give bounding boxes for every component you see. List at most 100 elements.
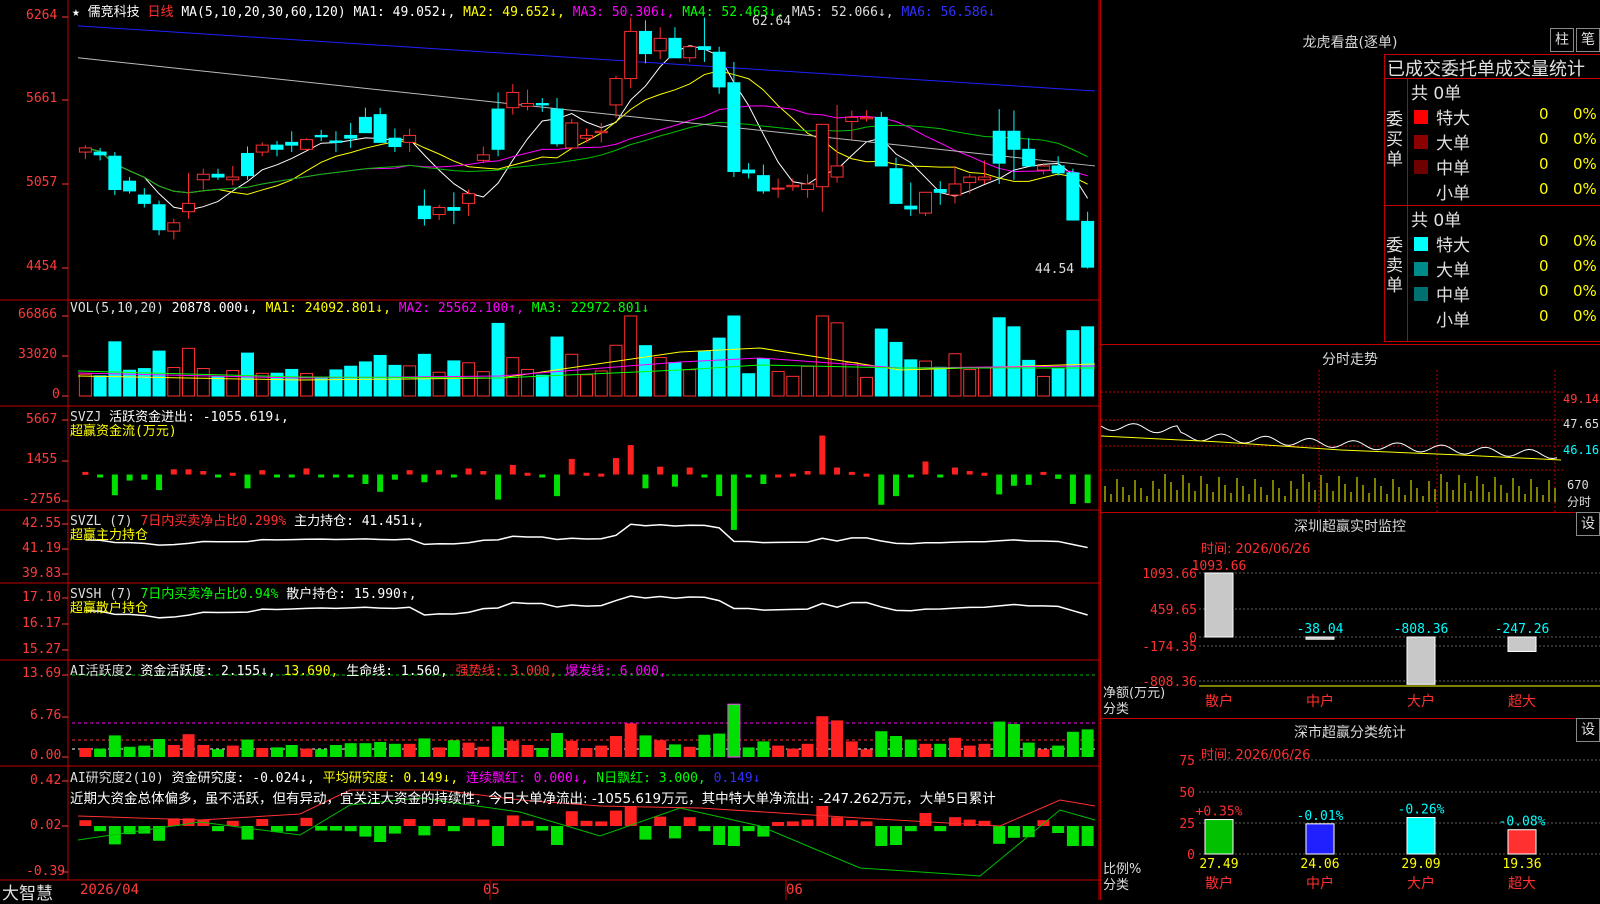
ai2-name: AI活跃度2 [70, 664, 133, 679]
candle-body [167, 222, 181, 232]
price-axis-label: 5661 [26, 91, 58, 106]
candle-body [417, 205, 431, 220]
fund-flow-bar [421, 474, 428, 483]
fund-flow-bar [863, 473, 870, 477]
order-size-label: 特大 [1436, 236, 1470, 256]
ss-axis-label: 50 [1179, 786, 1195, 801]
ai2-c: 生命线: 1.560, [346, 664, 448, 679]
fund-flow-bar [377, 474, 384, 492]
order-percent: 0% [1573, 232, 1597, 250]
svzl-axis-label: 42.55 [22, 516, 62, 531]
ss-settings-button[interactable]: 设 [1576, 718, 1600, 742]
ss-category-label: 中户 [1306, 875, 1334, 892]
fund-flow-bar [1069, 474, 1076, 504]
fund-flow-bar [332, 474, 339, 478]
svzl-ratio: 7日内买卖净占比0.299% [140, 514, 287, 529]
air-note: 近期大资金总体偏多，虽不活跃，但有异动，宜关注大资金的持续性，今日大单净流出: … [70, 791, 996, 807]
fund-flow-bar [1040, 471, 1047, 475]
main-chart-area[interactable]: ★ 儒竞科技 日线 MA(5,10,20,30,60,120) MA1: 49.… [0, 0, 1100, 904]
fund-flow-bar [539, 474, 546, 478]
vol-ma3: MA3: 22972.801↓ [531, 301, 650, 316]
fund-flow-bar [215, 474, 222, 478]
fund-flow-bar [893, 474, 900, 497]
volume-bar [756, 358, 770, 397]
period-label[interactable]: 日线 [148, 5, 174, 20]
ss-change-label: +0.35% [1196, 805, 1243, 820]
research-bar [698, 826, 711, 832]
tick-mode-button[interactable]: 笔 [1576, 28, 1600, 52]
order-size-label: 大单 [1436, 261, 1470, 281]
fund-flow-bar [524, 472, 531, 476]
volume-bar [1081, 326, 1095, 397]
order-color-swatch [1414, 262, 1428, 276]
candle-body [344, 134, 358, 139]
volume-bar [403, 365, 417, 397]
activity-bar [713, 733, 726, 757]
svzj-sub: 超赢资金流(万元) [70, 424, 177, 439]
activity-bar [890, 736, 903, 757]
order-percent: 0% [1573, 155, 1597, 173]
candle-body [358, 116, 372, 134]
ss-bar-value: 24.06 [1300, 857, 1339, 872]
activity-bar [831, 720, 844, 757]
fund-flow-bar [495, 474, 502, 500]
candle-body [668, 37, 682, 59]
research-bar [79, 820, 92, 826]
volume-bar [815, 315, 829, 397]
sz-axis-label: 459.65 [1150, 603, 1197, 618]
fund-flow-bar [966, 471, 973, 475]
candle-body [609, 78, 623, 106]
sz-category-label: 散户 [1205, 693, 1233, 710]
ss-axis-label: 25 [1179, 817, 1195, 832]
candle-body [845, 116, 859, 123]
volume-bar [786, 375, 800, 397]
x-axis-label: 2026/04 [80, 882, 140, 898]
fund-flow-bar [391, 474, 398, 480]
candle-body [314, 134, 328, 138]
candle-body [1081, 220, 1095, 268]
intraday-chart[interactable] [1101, 370, 1600, 512]
sz-bar-value: 1093.66 [1192, 559, 1247, 574]
buy-total: 共 0单 [1411, 84, 1462, 104]
candle-body [388, 137, 402, 148]
research-bar [270, 826, 283, 832]
svsh-sub: 超赢散户持仓 [70, 601, 149, 616]
activity-bar [742, 747, 755, 757]
volume-bar [742, 373, 756, 397]
column-mode-button[interactable]: 柱 [1550, 28, 1574, 52]
ss-axis-label: 75 [1179, 754, 1195, 769]
ma-line [77, 57, 1096, 167]
candle-body [948, 183, 962, 196]
sz-bar-value: -808.36 [1394, 622, 1449, 637]
star-icon[interactable]: ★ [72, 5, 80, 20]
research-bar [609, 810, 622, 826]
candle-body [756, 175, 770, 192]
ma1-value: MA1: 49.052↓, [353, 5, 456, 20]
kline-chart[interactable] [0, 0, 1100, 900]
sz-settings-button[interactable]: 设 [1576, 512, 1600, 536]
activity-bar [433, 747, 446, 757]
order-count: 0 [1539, 282, 1549, 300]
candle-body [226, 176, 240, 181]
candle-body [786, 184, 800, 188]
fund-flow-bar [229, 472, 236, 476]
activity-bar [182, 734, 195, 757]
research-bar [1007, 826, 1020, 838]
order-percent: 0% [1573, 282, 1597, 300]
ai2-axis-label: 6.76 [30, 708, 62, 723]
fund-flow-bar [568, 458, 575, 475]
activity-bar [1037, 749, 1050, 757]
activity-bar [492, 726, 505, 757]
fund-flow-bar [598, 473, 605, 477]
volume-bar [78, 373, 92, 397]
activity-bar [948, 737, 961, 757]
ma5-value: MA5: 52.066↓, [791, 5, 894, 20]
air-name: AI研究度2(10) [70, 771, 164, 786]
x-axis-label: 05 [483, 882, 500, 898]
candle-body [1007, 130, 1021, 150]
research-bar [256, 819, 269, 826]
svsh-axis-label: 15.27 [22, 642, 62, 657]
volume-bar [476, 371, 490, 397]
research-bar [639, 826, 652, 840]
candle-body [329, 140, 343, 143]
